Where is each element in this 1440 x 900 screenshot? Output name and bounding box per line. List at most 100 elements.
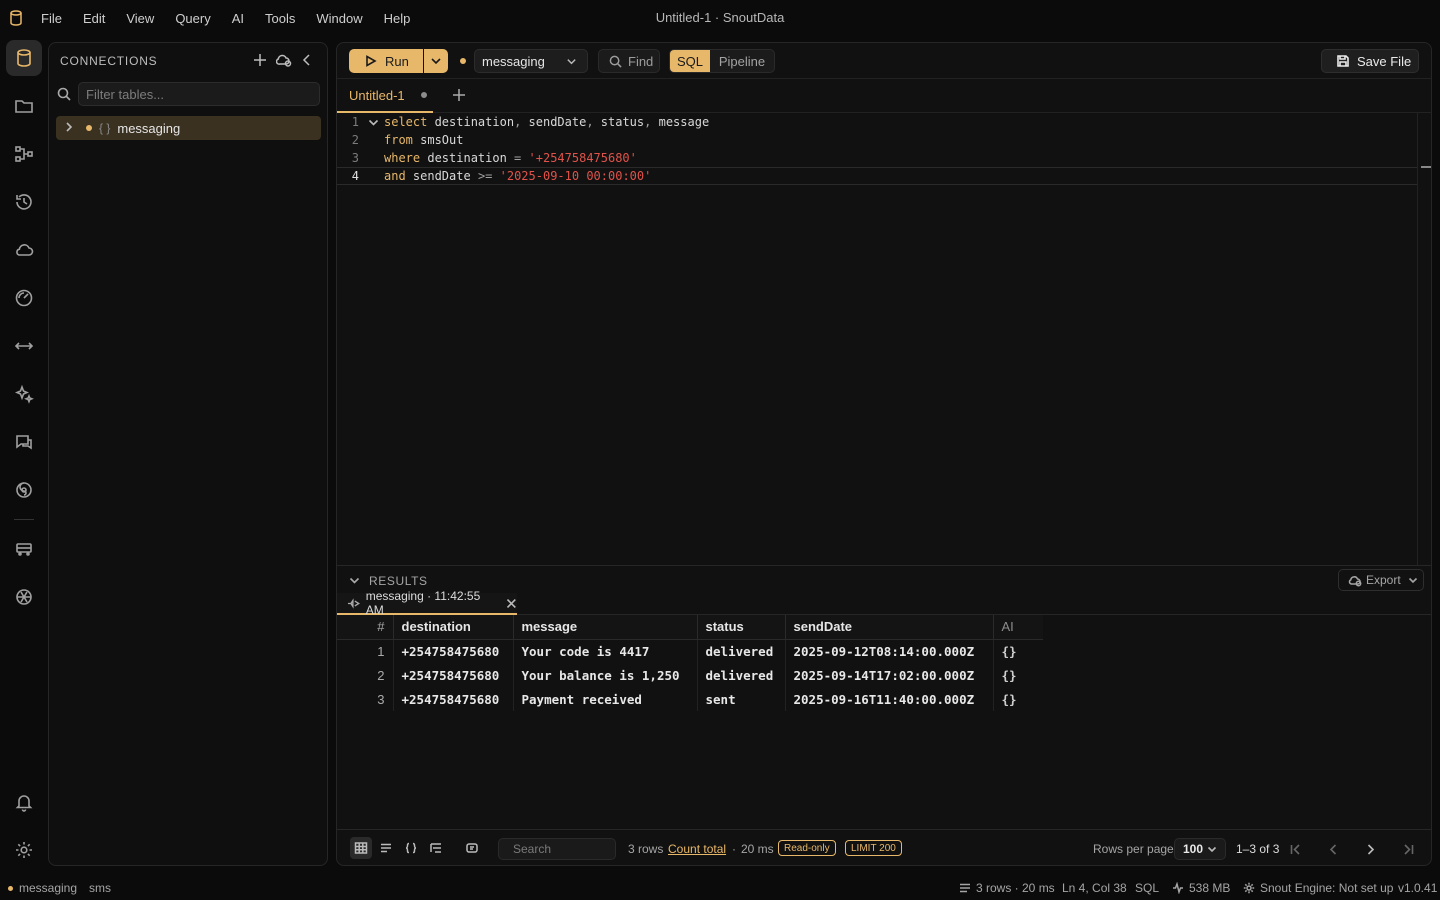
cell-status[interactable]: sent: [697, 687, 786, 711]
grid-view-icon[interactable]: [350, 837, 372, 859]
bus-icon[interactable]: [6, 531, 42, 567]
find-button[interactable]: Find: [598, 49, 660, 73]
column-header-senddate[interactable]: sendDate: [785, 615, 994, 640]
sql-editor[interactable]: 1 select destination, sendDate, status, …: [337, 113, 1431, 565]
convert-icon[interactable]: [461, 837, 483, 859]
column-header-message[interactable]: message: [513, 615, 698, 640]
mode-sql-button[interactable]: SQL: [670, 50, 710, 72]
results-title: RESULTS: [369, 574, 428, 588]
menu-ai[interactable]: AI: [232, 11, 244, 26]
settings-icon[interactable]: [6, 832, 42, 868]
add-connection-icon[interactable]: [251, 51, 269, 69]
collapse-results-icon[interactable]: [349, 574, 360, 585]
code-line[interactable]: 1 select destination, sendDate, status, …: [337, 113, 1417, 131]
folder-icon[interactable]: [6, 88, 42, 124]
first-page-icon[interactable]: [1286, 840, 1304, 858]
filter-tables-field[interactable]: [78, 82, 320, 106]
table-row[interactable]: 2 +254758475680 Your balance is 1,250 de…: [337, 663, 1043, 687]
status-connection[interactable]: messaging: [8, 881, 77, 895]
cell-status[interactable]: delivered: [697, 663, 786, 687]
database-icon[interactable]: [6, 40, 42, 76]
tree-view-icon[interactable]: [425, 837, 447, 859]
column-header-destination[interactable]: destination: [393, 615, 514, 640]
menu-window[interactable]: Window: [316, 11, 362, 26]
run-button[interactable]: Run: [349, 49, 423, 73]
column-header-status[interactable]: status: [697, 615, 786, 640]
connection-item-messaging[interactable]: { } messaging: [56, 116, 321, 140]
text-view-icon[interactable]: [375, 837, 397, 859]
rows-per-page-value: 100: [1183, 842, 1204, 856]
results-footer: 3 rows Count total · 20 ms Read-only LIM…: [337, 829, 1431, 865]
status-language[interactable]: SQL: [1135, 881, 1159, 895]
chevron-down-icon: [1408, 577, 1417, 584]
cell-destination[interactable]: +254758475680: [393, 663, 514, 687]
fold-chevron-icon[interactable]: [368, 117, 379, 128]
mode-pipeline-button[interactable]: Pipeline: [710, 50, 774, 72]
json-view-icon[interactable]: [400, 837, 422, 859]
openai-icon[interactable]: [6, 579, 42, 615]
cell-ai[interactable]: {}: [993, 639, 1043, 663]
menu-help[interactable]: Help: [384, 11, 411, 26]
results-search-field[interactable]: [498, 838, 668, 860]
editor-scrollbar[interactable]: [1417, 113, 1431, 565]
code-line[interactable]: 2 from smsOut: [337, 131, 1417, 149]
unsaved-indicator[interactable]: [420, 92, 427, 98]
close-icon[interactable]: [506, 598, 517, 609]
next-page-icon[interactable]: [1361, 840, 1379, 858]
menu-query[interactable]: Query: [175, 11, 210, 26]
code-line[interactable]: 3 where destination = '+254758475680': [337, 149, 1417, 167]
cell-message[interactable]: Payment received: [513, 687, 698, 711]
cell-status[interactable]: delivered: [697, 639, 786, 663]
cell-ai[interactable]: {}: [993, 687, 1043, 711]
gauge-icon[interactable]: [6, 280, 42, 316]
rows-per-page-select[interactable]: 100: [1174, 838, 1226, 860]
history-icon[interactable]: [6, 184, 42, 220]
cell-message[interactable]: Your code is 4417: [513, 639, 698, 663]
status-engine[interactable]: Snout Engine: Not set up: [1243, 881, 1393, 895]
bell-icon[interactable]: [6, 784, 42, 820]
status-cursor[interactable]: Ln 4, Col 38: [1062, 881, 1127, 895]
cloud-icon[interactable]: [6, 232, 42, 268]
column-header-ai[interactable]: AI: [993, 615, 1043, 640]
sparkles-icon[interactable]: [6, 376, 42, 412]
new-tab-icon[interactable]: [451, 87, 469, 105]
cell-message[interactable]: Your balance is 1,250: [513, 663, 698, 687]
save-file-button[interactable]: Save File: [1321, 49, 1419, 73]
tab-untitled-1[interactable]: Untitled-1: [337, 79, 433, 113]
table-row[interactable]: 3 +254758475680 Payment received sent 20…: [337, 687, 1043, 711]
cell-destination[interactable]: +254758475680: [393, 639, 514, 663]
database-select[interactable]: messaging: [474, 49, 588, 73]
run-options-button[interactable]: [424, 49, 448, 73]
status-database[interactable]: sms: [89, 881, 111, 895]
chevron-down-icon: [1207, 846, 1217, 853]
menu-file[interactable]: File: [41, 11, 62, 26]
last-page-icon[interactable]: [1399, 840, 1417, 858]
code-token: sendDate: [521, 115, 587, 129]
collapse-panel-icon[interactable]: [298, 51, 316, 69]
filter-tables-input[interactable]: [79, 83, 319, 105]
column-header-index[interactable]: #: [337, 615, 394, 640]
export-button[interactable]: Export: [1338, 569, 1424, 591]
limit-badge[interactable]: LIMIT 200: [845, 840, 902, 856]
previous-page-icon[interactable]: [1324, 840, 1342, 858]
cell-senddate[interactable]: 2025-09-14T17:02:00.000Z: [785, 663, 994, 687]
cell-senddate[interactable]: 2025-09-16T11:40:00.000Z: [785, 687, 994, 711]
menu-tools[interactable]: Tools: [265, 11, 295, 26]
spiral-icon[interactable]: [6, 472, 42, 508]
compare-icon[interactable]: [6, 328, 42, 364]
count-total-link[interactable]: Count total: [668, 842, 726, 856]
result-tab-messaging[interactable]: messaging · 11:42:55 AM: [337, 589, 517, 617]
cloud-add-icon[interactable]: [275, 51, 293, 69]
menu-view[interactable]: View: [126, 11, 154, 26]
chevron-down-icon: [431, 58, 441, 65]
cell-senddate[interactable]: 2025-09-12T08:14:00.000Z: [785, 639, 994, 663]
chevron-right-icon[interactable]: [63, 121, 77, 135]
table-row[interactable]: 1 +254758475680 Your code is 4417 delive…: [337, 639, 1043, 663]
chat-icon[interactable]: [6, 424, 42, 460]
code-line-current[interactable]: 4 and sendDate >= '2025-09-10 00:00:00': [337, 167, 1417, 185]
cell-ai[interactable]: {}: [993, 663, 1043, 687]
pipeline-icon[interactable]: [6, 136, 42, 172]
menu-edit[interactable]: Edit: [83, 11, 105, 26]
code-token: and: [384, 169, 406, 183]
cell-destination[interactable]: +254758475680: [393, 687, 514, 711]
